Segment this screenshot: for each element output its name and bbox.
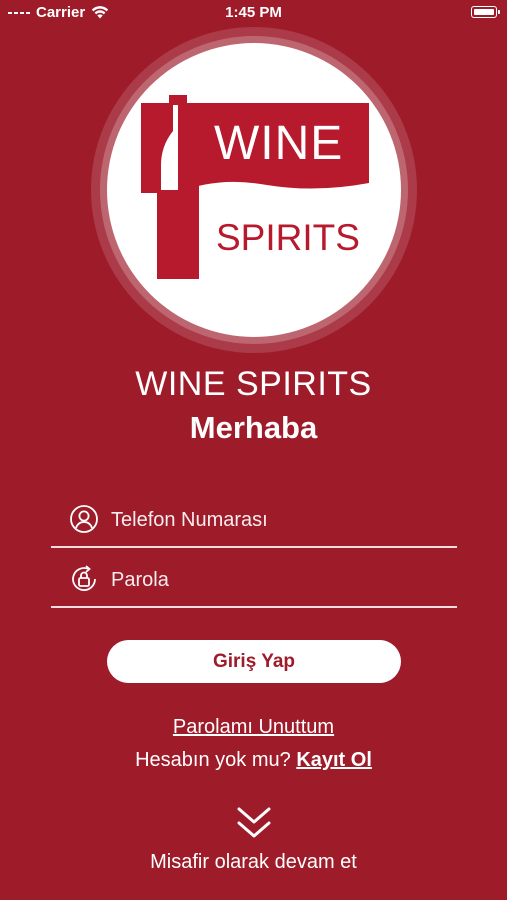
battery-icon <box>471 6 500 18</box>
user-icon <box>70 505 98 533</box>
logo-word-spirits: SPIRITS <box>216 217 360 258</box>
phone-field <box>51 502 457 548</box>
register-link[interactable]: Kayıt Ol <box>296 749 372 771</box>
continue-as-guest-link[interactable]: Misafir olarak devam et <box>0 851 507 874</box>
greeting-heading: Merhaba <box>189 410 318 445</box>
phone-input[interactable] <box>111 504 441 536</box>
password-field <box>51 562 457 608</box>
status-time: 1:45 PM <box>225 4 282 21</box>
logo-graphic <box>141 95 369 279</box>
logo: WINE SPIRITS <box>107 43 401 337</box>
forgot-password-link[interactable]: Parolamı Unuttum <box>0 716 507 739</box>
double-chevron-down-icon[interactable] <box>236 806 272 840</box>
logo-word-wine: WINE <box>214 117 344 170</box>
login-button[interactable]: Giriş Yap <box>107 640 401 683</box>
no-account-text: Hesabın yok mu? <box>135 749 291 771</box>
password-input[interactable] <box>111 564 441 596</box>
lock-reset-icon <box>72 565 96 591</box>
app-title: WINE SPIRITS <box>135 365 372 403</box>
status-bar: Carrier 1:45 PM <box>0 0 507 26</box>
signup-row: Hesabın yok mu? Kayıt Ol <box>0 749 507 772</box>
